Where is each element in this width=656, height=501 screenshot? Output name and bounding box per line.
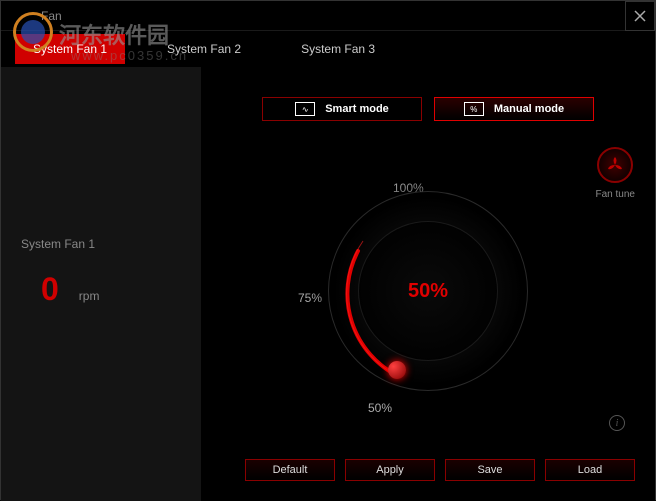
fan-tune-label: Fan tune bbox=[596, 189, 635, 200]
rpm-unit: rpm bbox=[79, 289, 100, 303]
default-button[interactable]: Default bbox=[245, 459, 335, 481]
tab-system-fan-2[interactable]: System Fan 2 bbox=[149, 34, 259, 64]
fan-tune-button[interactable]: Fan tune bbox=[596, 147, 635, 200]
fan-tune-icon bbox=[597, 147, 633, 183]
dial-center: 50% bbox=[358, 221, 498, 361]
titlebar: Fan bbox=[1, 1, 655, 31]
load-button[interactable]: Load bbox=[545, 459, 635, 481]
fan-tabs: System Fan 1 System Fan 2 System Fan 3 bbox=[1, 31, 655, 67]
main-panel: ∿ Smart mode % Manual mode Fan tune 100%… bbox=[201, 67, 655, 501]
info-icon[interactable]: i bbox=[609, 415, 625, 431]
dial-knob[interactable] bbox=[388, 361, 406, 379]
rpm-value: 0 bbox=[41, 271, 59, 308]
tab-system-fan-1[interactable]: System Fan 1 bbox=[15, 34, 125, 64]
rpm-display: 0 rpm bbox=[21, 271, 181, 308]
dial-value: 50% bbox=[408, 280, 448, 303]
wave-icon: ∿ bbox=[295, 102, 315, 116]
mode-buttons: ∿ Smart mode % Manual mode bbox=[221, 97, 635, 121]
tab-system-fan-3[interactable]: System Fan 3 bbox=[283, 34, 393, 64]
save-button[interactable]: Save bbox=[445, 459, 535, 481]
smart-mode-label: Smart mode bbox=[325, 103, 389, 115]
window-title: Fan bbox=[41, 9, 62, 23]
tick-75: 75% bbox=[298, 291, 322, 305]
close-icon bbox=[634, 10, 646, 22]
speed-dial[interactable]: 100% 75% 50% 50% bbox=[288, 151, 568, 431]
tick-50: 50% bbox=[368, 401, 392, 415]
fan-window: 河东软件园 www.pc0359.cn Fan System Fan 1 Sys… bbox=[0, 0, 656, 500]
action-buttons: Default Apply Save Load bbox=[245, 459, 635, 481]
content-area: System Fan 1 0 rpm ∿ Smart mode % Manual… bbox=[1, 67, 655, 501]
smart-mode-button[interactable]: ∿ Smart mode bbox=[262, 97, 422, 121]
sidebar: System Fan 1 0 rpm bbox=[1, 67, 201, 501]
current-fan-label: System Fan 1 bbox=[21, 237, 181, 251]
manual-mode-button[interactable]: % Manual mode bbox=[434, 97, 594, 121]
manual-mode-label: Manual mode bbox=[494, 103, 564, 115]
close-button[interactable] bbox=[625, 1, 655, 31]
apply-button[interactable]: Apply bbox=[345, 459, 435, 481]
percent-icon: % bbox=[464, 102, 484, 116]
